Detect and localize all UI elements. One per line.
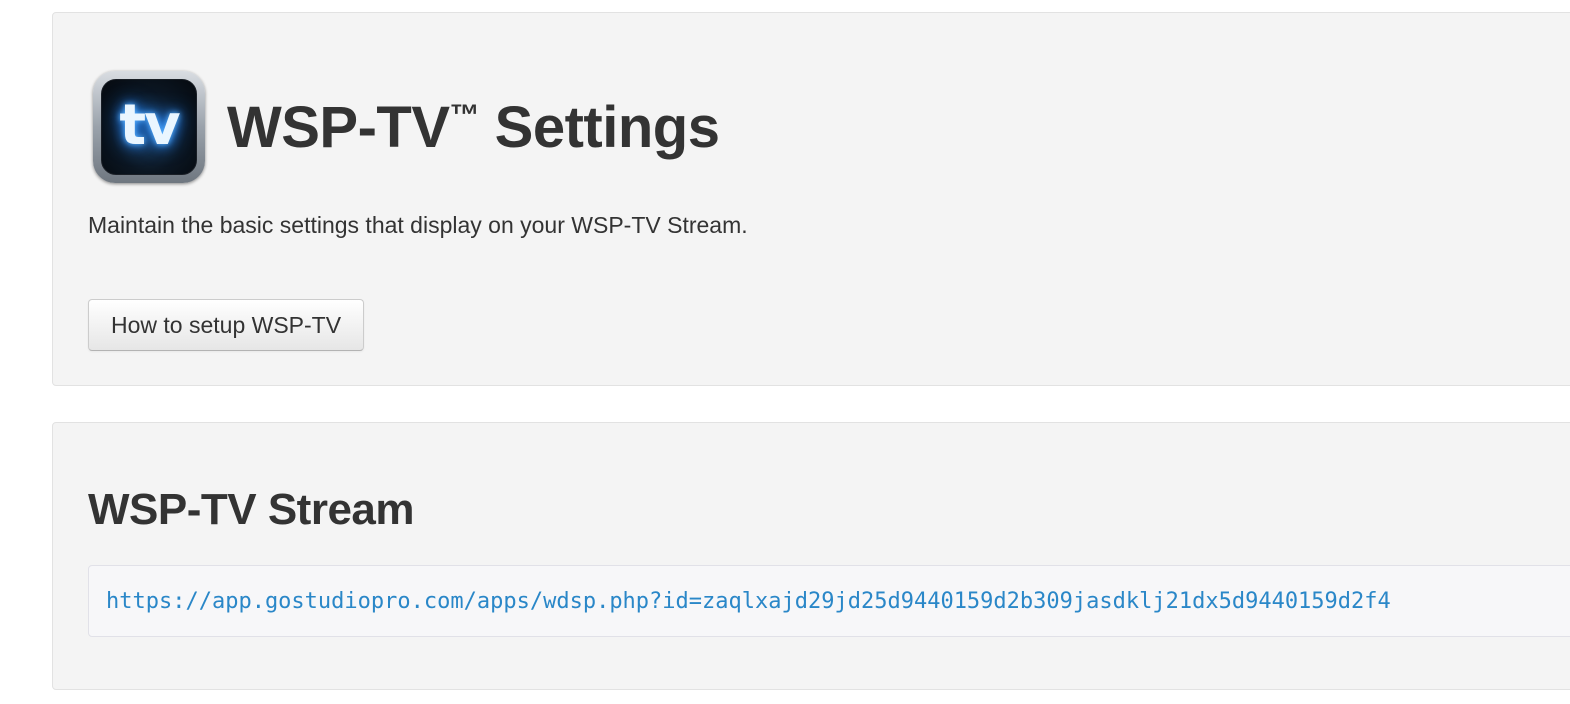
stream-url-link[interactable]: https://app.gostudiopro.com/apps/wdsp.ph… — [106, 589, 1391, 614]
tv-icon-glyph: tv — [119, 92, 180, 158]
settings-header: tv WSP-TV™ Settings — [93, 71, 720, 183]
stream-panel: WSP-TV Stream https://app.gostudiopro.co… — [52, 422, 1570, 690]
page-title-name: WSP-TV — [227, 94, 450, 160]
settings-description: Maintain the basic settings that display… — [88, 212, 748, 238]
stream-url-box: https://app.gostudiopro.com/apps/wdsp.ph… — [88, 565, 1570, 637]
tv-icon-screen: tv — [101, 79, 197, 175]
trademark-mark: ™ — [449, 98, 480, 132]
how-to-setup-button[interactable]: How to setup WSP-TV — [88, 299, 365, 351]
page-title-suffix: Settings — [479, 94, 720, 160]
settings-panel: tv WSP-TV™ Settings Maintain the basic s… — [52, 12, 1570, 386]
page-title: WSP-TV™ Settings — [227, 94, 720, 161]
stream-section-title: WSP-TV Stream — [88, 485, 415, 534]
tv-app-icon: tv — [93, 71, 205, 183]
